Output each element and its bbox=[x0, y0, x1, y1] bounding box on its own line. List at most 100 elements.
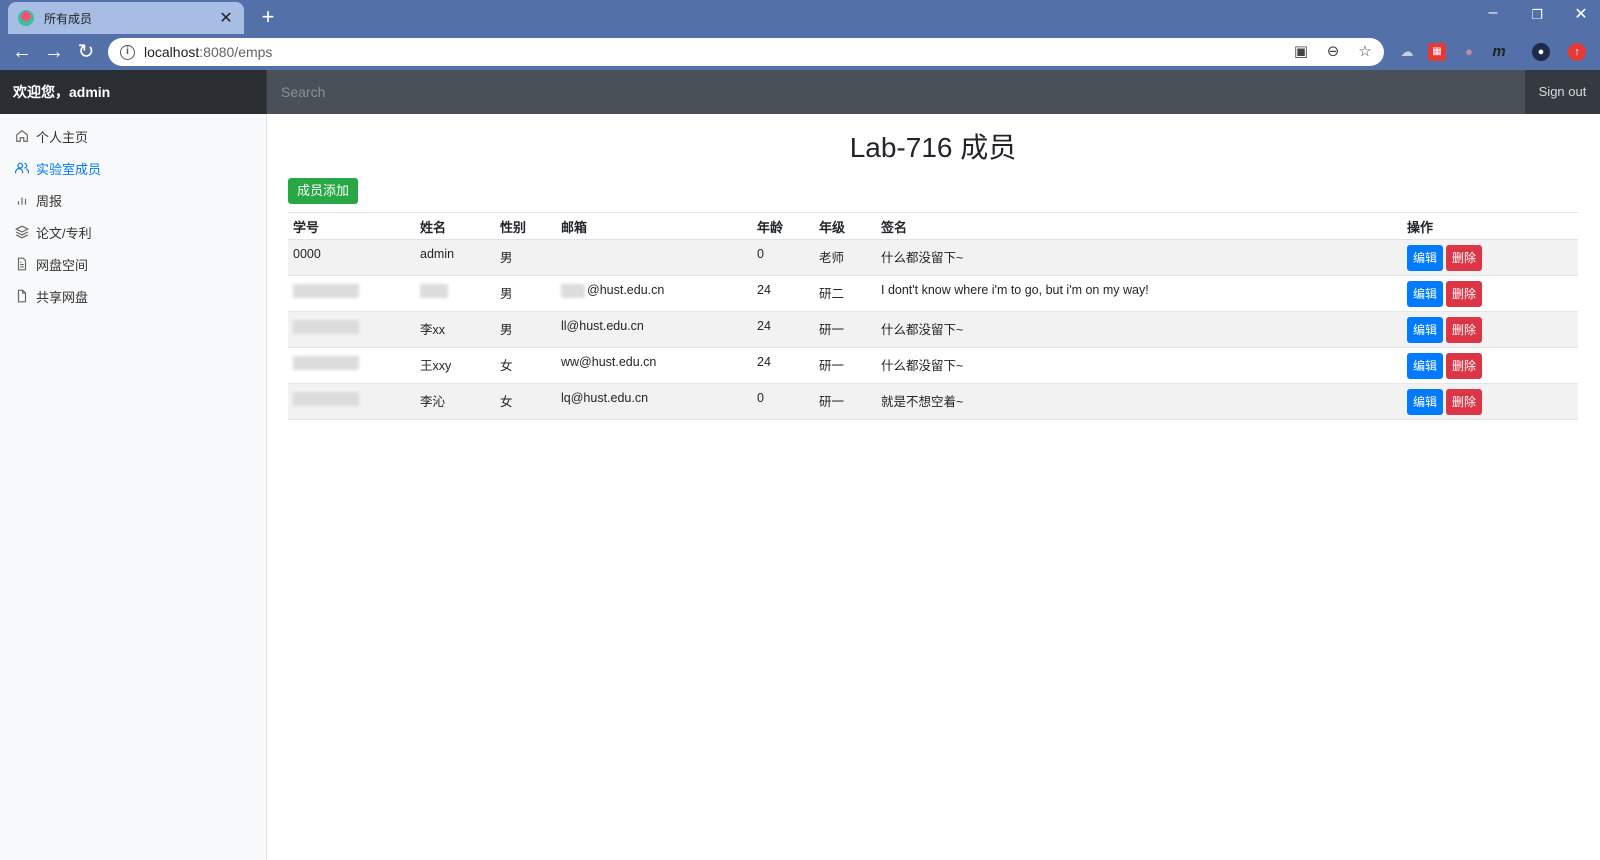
translate-icon[interactable]: ▣ bbox=[1292, 42, 1310, 62]
sidebar-item-label: 个人主页 bbox=[36, 129, 89, 145]
cell-email: ll@hust.edu.cn bbox=[556, 311, 752, 348]
column-header: 邮箱 bbox=[556, 212, 752, 240]
cell-signature: 就是不想空着~ bbox=[876, 383, 1402, 420]
cell-actions: 编辑 删除 bbox=[1402, 347, 1578, 384]
browser-tabbar: 所有成员 ✕ + – ❐ ✕ bbox=[0, 0, 1600, 34]
profile-avatar-icon[interactable]: ● bbox=[1532, 43, 1550, 61]
edit-button[interactable]: 编辑 bbox=[1407, 353, 1444, 379]
cell-name: 王xxy bbox=[415, 347, 495, 384]
add-member-button[interactable]: 成员添加 bbox=[288, 178, 359, 204]
back-icon[interactable]: ← bbox=[10, 40, 34, 64]
cell-age: 0 bbox=[752, 239, 814, 276]
sidebar: 个人主页 实验室成员 周报 论文/专利 网盘空间 共享网盘 bbox=[0, 114, 267, 860]
cell-email: @hust.edu.cn bbox=[556, 275, 752, 312]
cell-email: lq@hust.edu.cn bbox=[556, 383, 752, 420]
delete-button[interactable]: 删除 bbox=[1446, 389, 1483, 415]
close-tab-icon[interactable]: ✕ bbox=[218, 8, 234, 28]
redacted-block bbox=[293, 319, 359, 334]
sidebar-item-shared-disk[interactable]: 共享网盘 bbox=[0, 280, 266, 312]
forward-icon[interactable]: → bbox=[42, 40, 66, 64]
extension-icon[interactable]: ☁ bbox=[1398, 43, 1416, 61]
cell-actions: 编辑 删除 bbox=[1402, 239, 1578, 276]
column-header: 性别 bbox=[495, 212, 556, 240]
reload-icon[interactable]: ↻ bbox=[74, 40, 98, 64]
cell-id: 0000 bbox=[288, 239, 415, 276]
sign-out-link[interactable]: Sign out bbox=[1525, 70, 1600, 114]
cell-age: 24 bbox=[752, 311, 814, 348]
page-title: Lab-716 成员 bbox=[849, 132, 1017, 163]
edit-button[interactable]: 编辑 bbox=[1407, 281, 1444, 307]
redacted-block bbox=[293, 283, 359, 298]
cell-age: 24 bbox=[752, 347, 814, 384]
column-header: 操作 bbox=[1402, 212, 1578, 240]
extension-icon[interactable]: ▦ bbox=[1428, 43, 1446, 61]
sidebar-item-disk[interactable]: 网盘空间 bbox=[0, 248, 266, 280]
edit-button[interactable]: 编辑 bbox=[1407, 245, 1444, 271]
bookmark-star-icon[interactable]: ☆ bbox=[1356, 42, 1374, 62]
cell-grade: 研一 bbox=[814, 347, 876, 384]
cell-id bbox=[288, 311, 415, 348]
edit-button[interactable]: 编辑 bbox=[1407, 389, 1444, 415]
sidebar-item-members[interactable]: 实验室成员 bbox=[0, 152, 266, 184]
browser-tab[interactable]: 所有成员 ✕ bbox=[8, 2, 244, 34]
cell-email: ww@hust.edu.cn bbox=[556, 347, 752, 384]
column-header: 学号 bbox=[288, 212, 415, 240]
cell-grade: 研二 bbox=[814, 275, 876, 312]
cell-gender: 男 bbox=[495, 275, 556, 312]
edit-button[interactable]: 编辑 bbox=[1407, 317, 1444, 343]
file-icon bbox=[17, 289, 27, 303]
site-info-icon[interactable]: i bbox=[120, 44, 135, 60]
cell-signature: 什么都没留下~ bbox=[876, 347, 1402, 384]
column-header: 年级 bbox=[814, 212, 876, 240]
table-header-row: 学号 姓名 性别 邮箱 年龄 年级 签名 操作 bbox=[288, 212, 1578, 240]
redacted-block bbox=[293, 391, 359, 406]
cell-name bbox=[415, 275, 495, 312]
sidebar-item-label: 共享网盘 bbox=[36, 289, 89, 305]
cell-signature: 什么都没留下~ bbox=[876, 239, 1402, 276]
sidebar-item-weekly[interactable]: 周报 bbox=[0, 184, 266, 216]
new-tab-icon[interactable]: + bbox=[256, 4, 280, 30]
sidebar-item-home[interactable]: 个人主页 bbox=[0, 120, 266, 152]
extension-icon[interactable]: ● bbox=[1460, 43, 1478, 61]
sidebar-item-label: 周报 bbox=[36, 193, 63, 209]
file-text-icon bbox=[17, 257, 27, 271]
delete-button[interactable]: 删除 bbox=[1446, 245, 1483, 271]
close-window-icon[interactable]: ✕ bbox=[1566, 4, 1596, 24]
sidebar-item-papers[interactable]: 论文/专利 bbox=[0, 216, 266, 248]
cell-grade: 研一 bbox=[814, 383, 876, 420]
cell-signature: I dont't know where i'm to go, but i'm o… bbox=[876, 275, 1402, 312]
cell-grade: 老师 bbox=[814, 239, 876, 276]
redacted-block bbox=[420, 283, 448, 298]
cell-id bbox=[288, 383, 415, 420]
update-icon[interactable]: ↑ bbox=[1568, 43, 1586, 61]
url-host: localhost bbox=[144, 44, 200, 60]
delete-button[interactable]: 删除 bbox=[1446, 281, 1483, 307]
zoom-icon[interactable]: ⊖ bbox=[1324, 42, 1342, 62]
cell-gender: 女 bbox=[495, 347, 556, 384]
extension-icon[interactable]: m bbox=[1490, 43, 1508, 61]
layers-icon bbox=[15, 225, 29, 239]
delete-button[interactable]: 删除 bbox=[1446, 317, 1483, 343]
delete-button[interactable]: 删除 bbox=[1446, 353, 1483, 379]
welcome-brand[interactable]: 欢迎您，admin bbox=[0, 70, 266, 114]
column-header: 姓名 bbox=[415, 212, 495, 240]
cell-email bbox=[556, 239, 752, 276]
cell-id bbox=[288, 347, 415, 384]
cell-name: 李沁 bbox=[415, 383, 495, 420]
cell-name: admin bbox=[415, 239, 495, 276]
address-bar[interactable]: i localhost:8080/emps ▣ ⊖ ☆ bbox=[108, 38, 1384, 66]
cell-age: 24 bbox=[752, 275, 814, 312]
table-row: 0000 admin 男 0 老师 什么都没留下~ 编辑 删除 bbox=[288, 239, 1578, 276]
cell-actions: 编辑 删除 bbox=[1402, 311, 1578, 348]
cell-gender: 男 bbox=[495, 311, 556, 348]
url-path: :8080/emps bbox=[199, 44, 273, 60]
restore-icon[interactable]: ❐ bbox=[1522, 7, 1552, 23]
column-header: 年龄 bbox=[752, 212, 814, 240]
table-row: 男 @hust.edu.cn 24 研二 I dont't know where… bbox=[288, 275, 1578, 312]
minimize-icon[interactable]: – bbox=[1478, 4, 1508, 22]
cell-signature: 什么都没留下~ bbox=[876, 311, 1402, 348]
sidebar-item-label: 论文/专利 bbox=[36, 225, 92, 241]
bar-chart-icon bbox=[17, 197, 27, 205]
search-input[interactable] bbox=[267, 70, 1525, 114]
favicon-icon bbox=[18, 10, 34, 26]
